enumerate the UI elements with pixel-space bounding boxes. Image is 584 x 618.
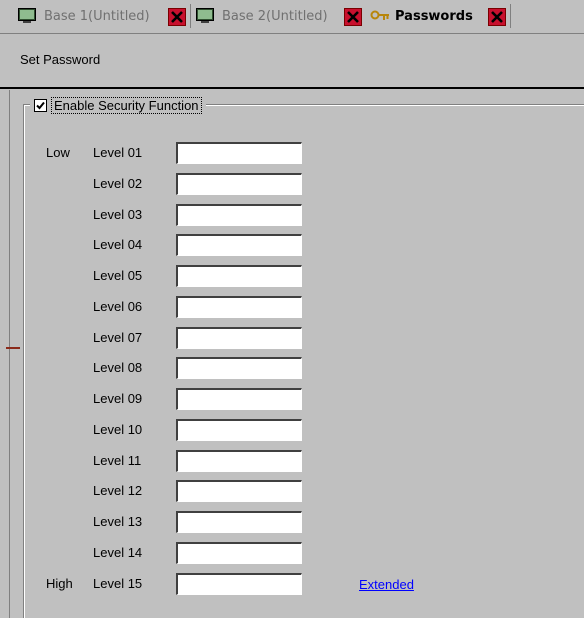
- level-row: High Level 15: [0, 573, 584, 595]
- tab-passwords-label: Passwords: [395, 8, 473, 24]
- enable-security-checkbox[interactable]: [34, 98, 47, 112]
- level-label: Level 13: [93, 514, 143, 529]
- level-row: Level 05: [0, 265, 584, 287]
- close-tab-base-2-button[interactable]: [344, 8, 362, 26]
- level-label: Level 08: [93, 360, 143, 375]
- level-row: Level 03: [0, 204, 584, 226]
- level-14-password-input[interactable]: [176, 542, 302, 564]
- level-label: Level 15: [93, 576, 143, 591]
- screen-icon: [18, 8, 36, 24]
- level-row: Level 06: [0, 296, 584, 318]
- level-07-password-input[interactable]: [176, 327, 302, 349]
- tab-passwords[interactable]: Passwords: [370, 3, 473, 29]
- level-label: Level 03: [93, 207, 143, 222]
- level-row: Level 14: [0, 542, 584, 564]
- level-row: Level 07: [0, 327, 584, 349]
- level-side-label: Low: [46, 145, 70, 160]
- level-row: Level 10: [0, 419, 584, 441]
- level-row: Level 11: [0, 450, 584, 472]
- level-label: Level 11: [93, 453, 142, 468]
- close-tab-passwords-button[interactable]: [488, 8, 506, 26]
- level-10-password-input[interactable]: [176, 419, 302, 441]
- close-icon: [171, 11, 183, 23]
- level-label: Level 01: [93, 145, 143, 160]
- level-side-label: High: [46, 576, 73, 591]
- password-settings-window: Base 1(Untitled) Base 2(Untitled) Passwo…: [0, 0, 584, 618]
- enable-security-label[interactable]: Enable Security Function: [51, 96, 202, 114]
- header-divider: [0, 87, 584, 89]
- level-01-password-input[interactable]: [176, 142, 302, 164]
- tab-base-1-label: Base 1(Untitled): [44, 8, 150, 24]
- level-row: Level 12: [0, 480, 584, 502]
- checkmark-icon: [36, 101, 45, 109]
- tab-base-2-label: Base 2(Untitled): [222, 8, 328, 24]
- level-row: Level 04: [0, 234, 584, 256]
- tab-base-1[interactable]: Base 1(Untitled): [18, 3, 150, 29]
- level-label: Level 14: [93, 545, 143, 560]
- level-label: Level 02: [93, 176, 143, 191]
- key-icon: [370, 9, 390, 23]
- level-label: Level 06: [93, 299, 143, 314]
- tab-strip: Base 1(Untitled) Base 2(Untitled) Passwo…: [0, 0, 584, 34]
- enable-security-checkbox-container[interactable]: Enable Security Function: [30, 95, 206, 115]
- level-15-password-input[interactable]: [176, 573, 302, 595]
- level-05-password-input[interactable]: [176, 265, 302, 287]
- page-title: Set Password: [20, 52, 101, 67]
- level-13-password-input[interactable]: [176, 511, 302, 533]
- level-row: Level 02: [0, 173, 584, 195]
- page-header: Set Password: [0, 34, 584, 86]
- close-icon: [347, 11, 359, 23]
- level-row: Level 08: [0, 357, 584, 379]
- close-icon: [491, 11, 503, 23]
- extended-link[interactable]: Extended: [359, 577, 414, 592]
- level-row: Level 09: [0, 388, 584, 410]
- level-08-password-input[interactable]: [176, 357, 302, 379]
- tab-separator: [190, 4, 191, 28]
- level-04-password-input[interactable]: [176, 234, 302, 256]
- left-divider: [9, 90, 10, 618]
- level-label: Level 12: [93, 483, 143, 498]
- level-label: Level 07: [93, 330, 143, 345]
- level-row: Low Level 01: [0, 142, 584, 164]
- tab-separator: [510, 4, 511, 28]
- level-09-password-input[interactable]: [176, 388, 302, 410]
- level-row: Level 13: [0, 511, 584, 533]
- level-label: Level 04: [93, 237, 143, 252]
- close-tab-base-1-button[interactable]: [168, 8, 186, 26]
- level-label: Level 10: [93, 422, 143, 437]
- level-03-password-input[interactable]: [176, 204, 302, 226]
- screen-icon: [196, 8, 214, 24]
- level-11-password-input[interactable]: [176, 450, 302, 472]
- level-label: Level 05: [93, 268, 143, 283]
- level-12-password-input[interactable]: [176, 480, 302, 502]
- level-06-password-input[interactable]: [176, 296, 302, 318]
- tab-base-2[interactable]: Base 2(Untitled): [196, 3, 328, 29]
- level-label: Level 09: [93, 391, 143, 406]
- level-02-password-input[interactable]: [176, 173, 302, 195]
